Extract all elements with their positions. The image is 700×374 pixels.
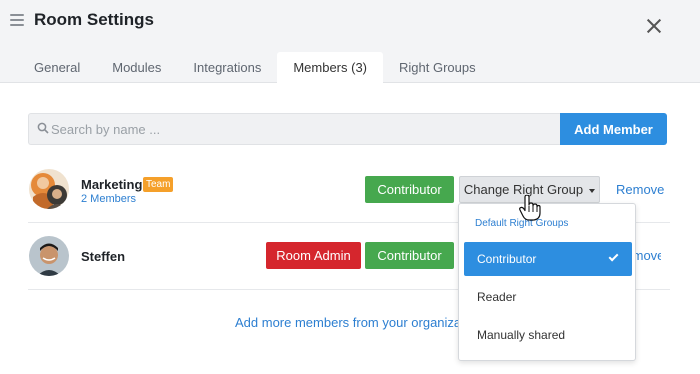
user-avatar xyxy=(29,236,69,276)
tab-modules[interactable]: Modules xyxy=(96,52,177,83)
tab-integrations[interactable]: Integrations xyxy=(177,52,277,83)
member-name: Marketing xyxy=(81,177,143,192)
tab-bar: General Modules Integrations Members (3)… xyxy=(18,52,492,83)
contributor-button[interactable]: Contributor xyxy=(365,176,454,203)
search-input[interactable] xyxy=(51,114,551,144)
member-count-link[interactable]: 2 Members xyxy=(81,193,136,205)
team-avatar xyxy=(29,169,69,209)
dropdown-item-reader[interactable]: Reader xyxy=(464,280,632,314)
tab-right-groups[interactable]: Right Groups xyxy=(383,52,492,83)
close-icon[interactable] xyxy=(646,18,662,34)
dialog-header: Room Settings General Modules Integratio… xyxy=(0,0,700,83)
contributor-button[interactable]: Contributor xyxy=(365,242,454,269)
dropdown-item-contributor[interactable]: Contributor xyxy=(464,242,632,276)
dialog-title: Room Settings xyxy=(34,10,154,29)
search-icon xyxy=(37,122,49,134)
check-icon xyxy=(608,251,619,262)
dropdown-item-manually-shared[interactable]: Manually shared xyxy=(464,318,632,352)
tab-general[interactable]: General xyxy=(18,52,96,83)
menu-icon[interactable] xyxy=(10,14,24,28)
room-admin-button[interactable]: Room Admin xyxy=(266,242,361,269)
tab-members[interactable]: Members (3) xyxy=(277,52,384,83)
remove-link[interactable]: Remove xyxy=(616,182,664,197)
hand-cursor-icon xyxy=(519,195,541,221)
member-name: Steffen xyxy=(81,249,126,264)
right-group-dropdown: Default Right Groups Contributor Reader … xyxy=(458,203,636,361)
caret-down-icon xyxy=(589,188,596,193)
add-more-members-link[interactable]: Add more members from your organization xyxy=(235,315,482,330)
team-badge: Team xyxy=(143,177,174,192)
dropdown-item-label: Contributor xyxy=(477,252,537,266)
dropdown-item-label: Reader xyxy=(477,290,517,304)
search-box xyxy=(28,113,560,145)
add-member-button[interactable]: Add Member xyxy=(560,113,667,145)
dropdown-item-label: Manually shared xyxy=(477,328,566,342)
